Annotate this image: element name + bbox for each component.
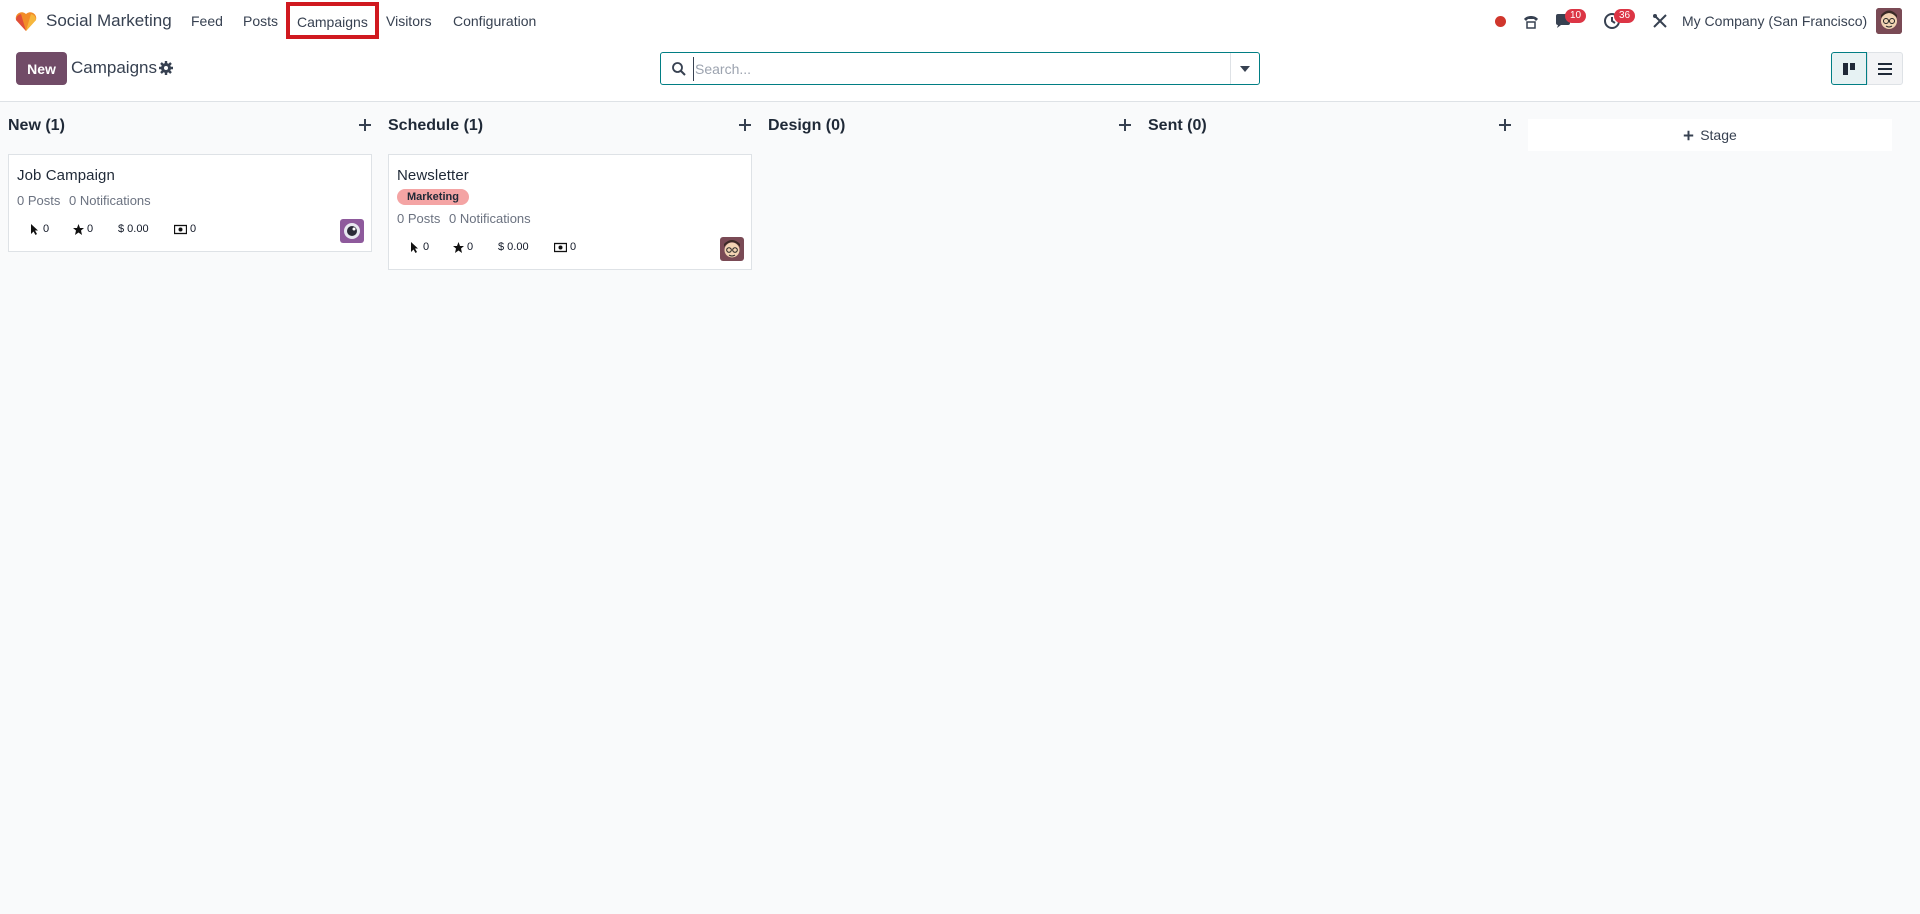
add-stage-button[interactable]: Stage — [1528, 119, 1892, 151]
kanban-icon — [1843, 62, 1855, 75]
card-title: Newsletter — [397, 167, 469, 184]
card-notifications-count: 0 Notifications — [449, 211, 531, 226]
card-revenue-value: $ 0.00 — [498, 241, 529, 253]
messages-badge: 10 — [1565, 9, 1587, 23]
search-options-toggle[interactable] — [1230, 53, 1259, 84]
search-icon — [672, 62, 686, 76]
card-cost: 0 — [174, 223, 196, 235]
gear-icon[interactable] — [158, 60, 174, 76]
recording-indicator-icon[interactable] — [1495, 16, 1506, 27]
card-tag-marketing: Marketing — [397, 189, 469, 205]
card-cost: 0 — [554, 241, 576, 253]
column-header-new[interactable]: New (1) — [8, 117, 65, 135]
search-bar — [660, 52, 1260, 85]
column-add-icon[interactable] — [1118, 118, 1132, 132]
plus-icon — [1683, 130, 1694, 140]
menu-campaigns[interactable]: Campaigns — [286, 2, 379, 39]
caret-down-icon — [1240, 65, 1250, 72]
column-add-icon[interactable] — [358, 118, 372, 132]
card-posts-count: 0 Posts — [17, 193, 61, 208]
page-title[interactable]: Campaigns — [71, 58, 157, 78]
card-title: Job Campaign — [17, 167, 115, 184]
card-owner-avatar[interactable] — [340, 219, 364, 243]
star-icon — [73, 223, 84, 235]
control-panel: New Campaigns — [0, 42, 1920, 102]
search-input[interactable] — [693, 57, 1233, 81]
column-header-sent[interactable]: Sent (0) — [1148, 117, 1207, 135]
column-add-icon[interactable] — [738, 118, 752, 132]
money-icon — [554, 242, 567, 252]
activities-badge: 36 — [1614, 9, 1636, 23]
card-cost-value: 0 — [570, 241, 577, 253]
card-posts-count: 0 Posts — [397, 211, 441, 226]
top-navbar: Social Marketing Feed Posts Campaigns Vi… — [0, 0, 1920, 42]
card-stars-value: 0 — [467, 241, 474, 253]
list-view-button[interactable] — [1867, 52, 1903, 85]
column-header-design[interactable]: Design (0) — [768, 117, 845, 135]
user-avatar[interactable] — [1876, 8, 1902, 34]
add-stage-label: Stage — [1700, 127, 1737, 143]
column-header-schedule[interactable]: Schedule (1) — [388, 117, 483, 135]
money-icon — [174, 224, 187, 234]
card-stars: 0 — [73, 223, 93, 235]
card-notifications-count: 0 Notifications — [69, 193, 151, 208]
social-marketing-logo-icon[interactable] — [14, 10, 38, 32]
card-clicks: 0 — [29, 223, 49, 235]
card-stars-value: 0 — [87, 223, 94, 235]
new-button[interactable]: New — [16, 52, 67, 85]
card-cost-value: 0 — [190, 223, 197, 235]
menu-posts[interactable]: Posts — [243, 13, 278, 29]
card-owner-avatar[interactable] — [720, 237, 744, 261]
card-revenue: $ 0.00 — [498, 241, 529, 253]
kanban-view-button[interactable] — [1831, 52, 1867, 85]
menu-feed[interactable]: Feed — [191, 13, 223, 29]
card-stars: 0 — [453, 241, 473, 253]
card-clicks-value: 0 — [43, 223, 50, 235]
column-add-icon[interactable] — [1498, 118, 1512, 132]
debug-tools-icon[interactable] — [1652, 13, 1668, 29]
list-icon — [1878, 62, 1892, 75]
pointer-icon — [411, 241, 418, 253]
card-revenue: $ 0.00 — [118, 223, 149, 235]
company-switcher[interactable]: My Company (San Francisco) — [1682, 13, 1867, 29]
kanban-card-job-campaign[interactable]: Job Campaign 0 Posts 0 Notifications 0 0… — [8, 154, 372, 252]
menu-visitors[interactable]: Visitors — [386, 13, 432, 29]
star-icon — [453, 241, 464, 253]
app-name[interactable]: Social Marketing — [46, 11, 172, 31]
kanban-card-newsletter[interactable]: Newsletter Marketing 0 Posts 0 Notificat… — [388, 154, 752, 270]
card-clicks-value: 0 — [423, 241, 430, 253]
pointer-icon — [31, 223, 38, 235]
menu-configuration[interactable]: Configuration — [453, 13, 536, 29]
phone-icon[interactable] — [1522, 12, 1540, 30]
card-clicks: 0 — [409, 241, 429, 253]
card-revenue-value: $ 0.00 — [118, 223, 149, 235]
